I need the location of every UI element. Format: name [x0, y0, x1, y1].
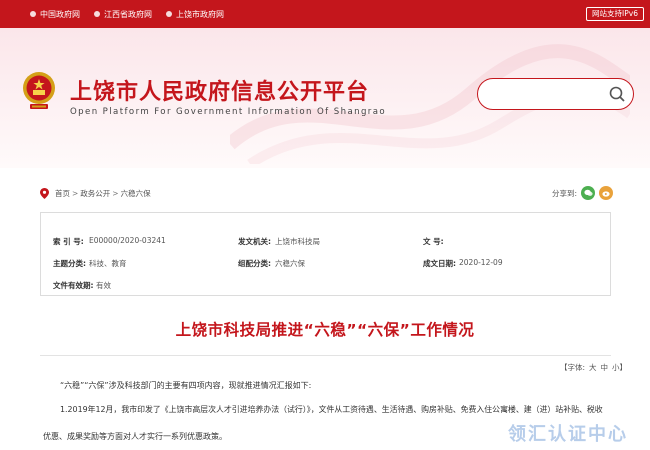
article-paragraph: “六稳”“六保”涉及科技部门的主要有四项内容，现就推进情况汇报如下: — [60, 381, 312, 390]
theme-value: 六稳六保 — [275, 259, 305, 268]
ipv6-badge: 网站支持IPv6 — [586, 7, 644, 21]
share-label: 分享到: — [552, 188, 578, 198]
index-label: 索 引 号: — [53, 237, 84, 246]
site-banner: 上饶市人民政府信息公开平台 Open Platform For Governme… — [0, 28, 650, 168]
link-china-gov[interactable]: 中国政府网 — [30, 9, 80, 20]
font-size-large[interactable]: 大 — [589, 363, 597, 372]
breadcrumb-gov-affairs[interactable]: 政务公开 — [80, 188, 110, 199]
date-label: 成文日期: — [423, 259, 456, 268]
font-size-control: 【字体: 大中小】 — [560, 362, 627, 373]
font-size-small[interactable]: 小】 — [612, 363, 627, 372]
article-paragraph: 优惠、成果奖励等方面对人才实行一系列优惠政策。 — [43, 432, 227, 441]
topic-value: 科技、教育 — [89, 259, 127, 268]
national-emblem-icon — [23, 72, 55, 109]
top-bar: 中国政府网 江西省政府网 上饶市政府网 网站支持IPv6 — [0, 0, 650, 28]
search-icon[interactable] — [608, 85, 626, 103]
article-title: 上饶市科技局推进“六稳”“六保”工作情况 — [175, 321, 475, 339]
breadcrumb-separator: > — [72, 189, 79, 198]
search-input[interactable] — [488, 85, 606, 103]
document-metadata: 索 引 号: E00000/2020-03241 发文机关: 上饶市科技局 文 … — [40, 212, 611, 296]
share-bar: 分享到: — [552, 186, 614, 200]
theme-label: 组配分类: — [238, 259, 271, 268]
breadcrumb-separator: > — [112, 189, 119, 198]
org-label: 发文机关: — [238, 237, 271, 246]
search-box — [477, 78, 634, 110]
title-divider — [40, 355, 611, 356]
wechat-share-icon[interactable] — [581, 186, 596, 200]
topic-label: 主题分类: — [53, 259, 86, 268]
validity-value: 有效 — [96, 281, 111, 290]
weibo-share-icon[interactable] — [599, 186, 614, 200]
site-title: 上饶市人民政府信息公开平台 — [70, 80, 370, 105]
bullet-icon — [30, 11, 36, 17]
article-paragraph: 1.2019年12月，我市印发了《上饶市高层次人才引进培养办法（试行）》，文件从… — [60, 405, 603, 414]
breadcrumb-current[interactable]: 六稳六保 — [121, 188, 151, 199]
breadcrumb-home[interactable]: 首页 — [55, 188, 70, 199]
index-value: E00000/2020-03241 — [89, 236, 166, 245]
date-value: 2020-12-09 — [459, 258, 503, 267]
font-size-medium[interactable]: 中 — [601, 363, 609, 372]
font-size-label: 【字体: — [560, 363, 586, 372]
link-jiangxi-gov[interactable]: 江西省政府网 — [94, 9, 152, 20]
watermark: 领汇认证中心 — [508, 424, 628, 445]
top-links: 中国政府网 江西省政府网 上饶市政府网 — [30, 0, 238, 28]
breadcrumb: 首页 > 政务公开 > 六稳六保 — [40, 188, 151, 199]
site-subtitle: Open Platform For Government Information… — [70, 107, 387, 117]
docno-label: 文 号: — [423, 237, 444, 246]
org-value: 上饶市科技局 — [275, 237, 320, 246]
bullet-icon — [94, 11, 100, 17]
location-pin-icon — [40, 188, 49, 199]
link-shangrao-gov[interactable]: 上饶市政府网 — [166, 9, 224, 20]
validity-label: 文件有效期: — [53, 281, 94, 290]
bullet-icon — [166, 11, 172, 17]
